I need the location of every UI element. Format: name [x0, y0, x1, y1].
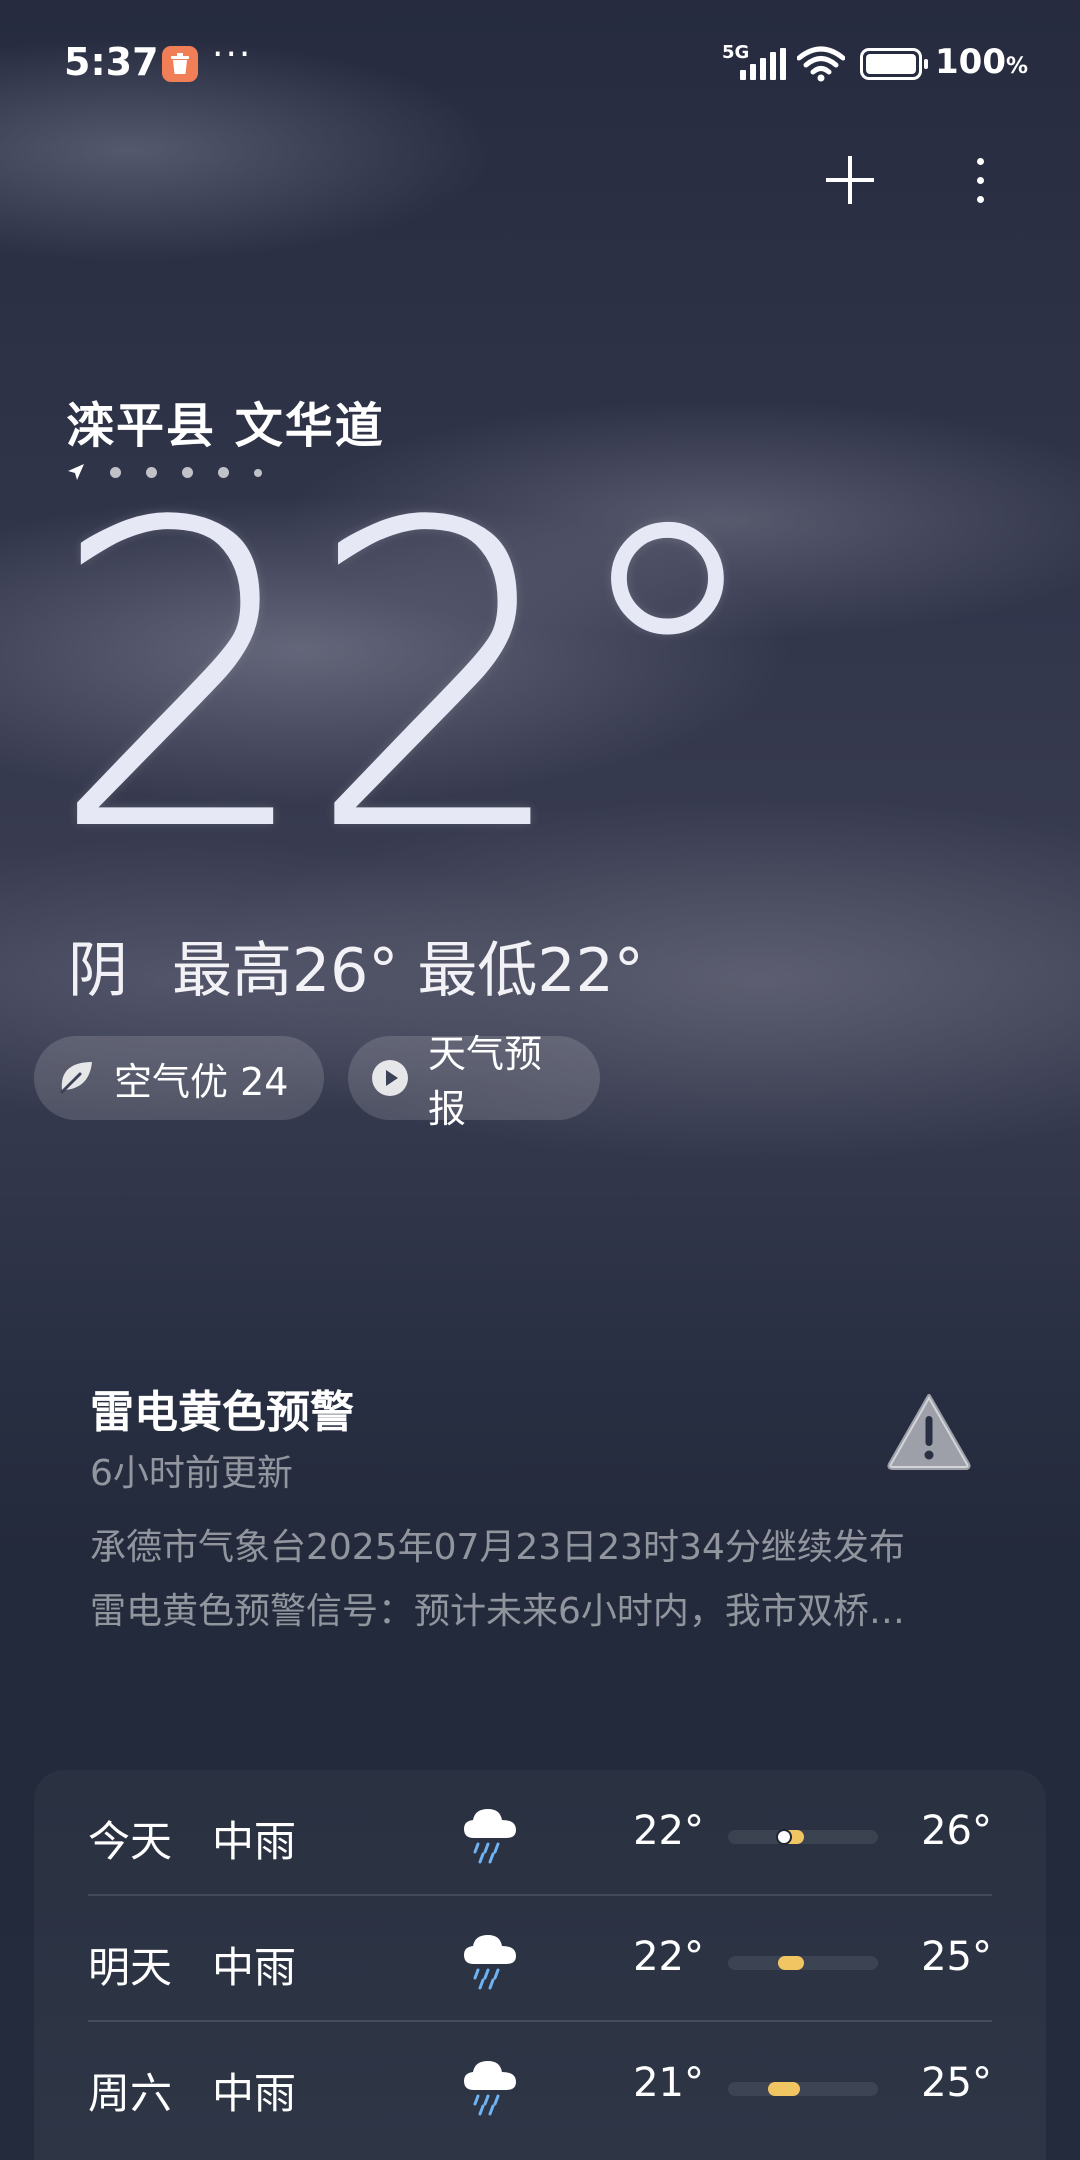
current-temp-marker: [778, 1831, 790, 1843]
forecast-condition: 中雨: [212, 1817, 297, 1866]
air-quality-pill[interactable]: 空气优 24: [34, 1036, 324, 1120]
forecast-row-tomorrow[interactable]: 明天 中雨 22° 25°: [88, 1896, 992, 2022]
play-icon: [372, 1060, 408, 1096]
forecast-low: 21°: [633, 2060, 704, 2106]
status-time: 5:37: [64, 40, 159, 84]
rain-cloud-icon: [464, 2061, 516, 2116]
battery-icon: [860, 48, 928, 80]
warning-icon: [887, 1394, 971, 1470]
daily-forecast-list: 今天 中雨 22° 26° 明天 中雨 22° 25° 周六 中雨 21° 25…: [34, 1770, 1046, 2160]
air-quality-label: 空气优 24: [114, 1059, 289, 1104]
current-condition: 阴: [68, 936, 128, 1006]
status-bar: 5:37 ··· 5G 100%: [0, 0, 1080, 130]
alert-description-line: 承德市气象台2025年07月23日23时34分继续发布: [90, 1527, 905, 1568]
weather-forecast-video-pill[interactable]: 天气预报: [348, 1032, 600, 1131]
forecast-day: 周六: [88, 2069, 173, 2118]
rain-cloud-icon: [464, 1935, 516, 1990]
forecast-high: 25°: [921, 2060, 992, 2106]
forecast-day: 明天: [88, 1943, 173, 1992]
temperature-range-fill: [778, 1956, 804, 1970]
add-city-icon[interactable]: [820, 150, 880, 210]
weather-alert-card[interactable]: 雷电黄色预警 6小时前更新 承德市气象台2025年07月23日23时34分继续发…: [34, 1336, 1046, 1676]
alert-description: 承德市气象台2025年07月23日23时34分继续发布 雷电黄色预警信号：预计未…: [90, 1516, 1010, 1644]
forecast-high: 25°: [921, 1934, 992, 1980]
condition-summary: 阴最高26° 最低22°: [68, 922, 644, 1009]
temperature-range-bar: [728, 1956, 878, 1970]
high-low-temps: 最高26° 最低22°: [172, 936, 644, 1006]
temperature-range-bar: [728, 1830, 878, 1844]
signal-icon: [740, 48, 786, 80]
app-notification-icon: [162, 46, 198, 82]
alert-updated-time: 6小时前更新: [90, 1453, 293, 1494]
wifi-icon: [797, 46, 845, 82]
forecast-condition: 中雨: [212, 2069, 297, 2118]
temperature-range-fill: [768, 2082, 800, 2096]
battery-percent: 100%: [935, 42, 1029, 82]
alert-title: 雷电黄色预警: [90, 1387, 354, 1438]
weather-forecast-label: 天气预报: [428, 1032, 543, 1131]
temperature-range-bar: [728, 2082, 878, 2096]
forecast-condition: 中雨: [212, 1943, 297, 1992]
current-temperature: 22°: [48, 435, 772, 924]
alert-description-line: 雷电黄色预警信号：预计未来6小时内，我市双桥…: [90, 1591, 905, 1632]
rain-cloud-icon: [464, 1809, 516, 1864]
forecast-low: 22°: [633, 1808, 704, 1854]
leaf-icon: [60, 1062, 92, 1094]
forecast-low: 22°: [633, 1934, 704, 1980]
more-notifications-icon: ···: [212, 34, 253, 75]
more-menu-icon[interactable]: [960, 150, 1000, 210]
forecast-row-saturday[interactable]: 周六 中雨 21° 25°: [88, 2022, 992, 2148]
forecast-day: 今天: [88, 1817, 173, 1866]
forecast-row-today[interactable]: 今天 中雨 22° 26°: [88, 1770, 992, 1896]
forecast-high: 26°: [921, 1808, 992, 1854]
